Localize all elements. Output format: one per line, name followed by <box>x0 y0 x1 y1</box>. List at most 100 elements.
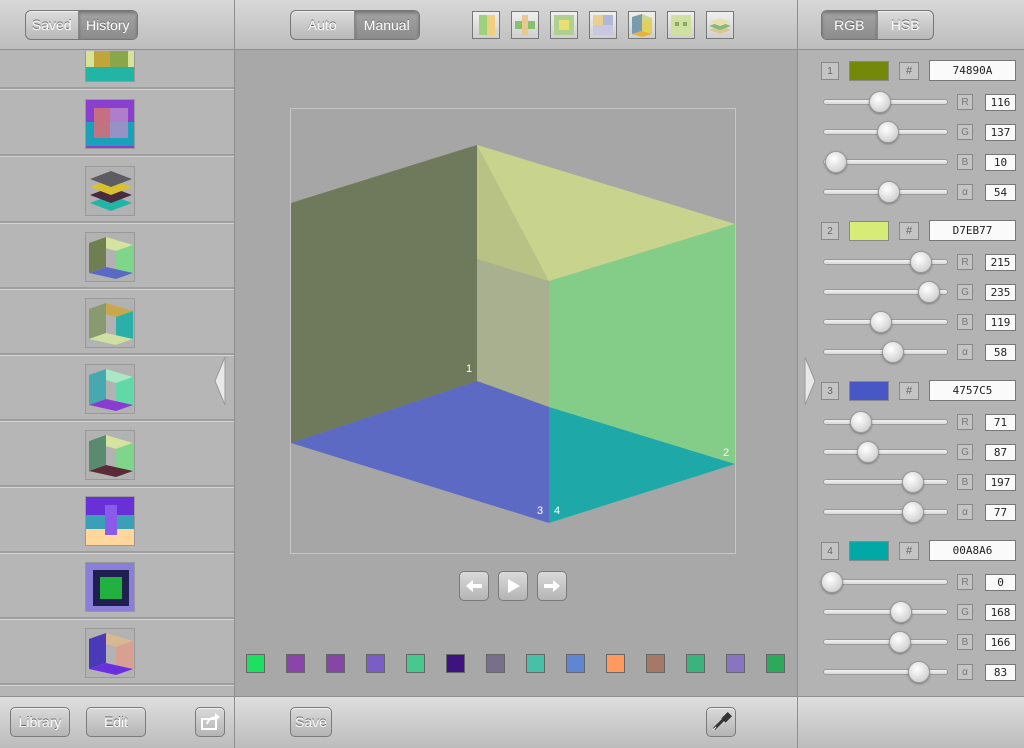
channel-slider-knob[interactable] <box>877 121 900 143</box>
horizontal-cross-layout-icon[interactable] <box>511 11 539 39</box>
hex-input[interactable]: D7EB77 <box>929 220 1016 241</box>
history-item[interactable] <box>0 289 234 355</box>
history-item[interactable] <box>0 157 234 223</box>
channel-value-field[interactable]: 197 <box>985 474 1016 491</box>
channel-slider-knob[interactable] <box>908 661 931 683</box>
channel-value-field[interactable]: 235 <box>985 284 1016 301</box>
history-item[interactable] <box>0 90 234 156</box>
stacked-layers-layout-icon[interactable] <box>706 11 734 39</box>
channel-slider-track[interactable] <box>823 509 948 515</box>
save-button[interactable]: Save <box>290 707 332 737</box>
mode-manual[interactable]: Manual <box>354 11 419 39</box>
mode-auto[interactable]: Auto <box>291 11 355 39</box>
channel-value-field[interactable]: 119 <box>985 314 1016 331</box>
palette-swatch[interactable] <box>646 654 665 673</box>
tab-history[interactable]: History <box>78 11 137 39</box>
channel-slider-knob[interactable] <box>901 501 924 523</box>
share-button[interactable] <box>195 707 225 737</box>
palette-swatch[interactable] <box>726 654 745 673</box>
channel-slider-knob[interactable] <box>870 311 892 333</box>
history-thumbnail <box>85 298 135 348</box>
preview-canvas[interactable]: 1 2 3 4 <box>290 108 736 554</box>
play-button[interactable] <box>498 571 528 601</box>
channel-value-field[interactable]: 116 <box>985 94 1016 111</box>
channel-value-field[interactable]: 10 <box>985 154 1016 171</box>
channel-value-field[interactable]: 77 <box>985 504 1016 521</box>
palette-swatch[interactable] <box>606 654 625 673</box>
channel-slider-track[interactable] <box>823 609 948 615</box>
channel-slider-knob[interactable] <box>825 151 848 173</box>
channel-slider-knob[interactable] <box>917 281 940 303</box>
palette-swatch[interactable] <box>246 654 265 673</box>
channel-slider-track[interactable] <box>823 479 948 485</box>
edit-button[interactable]: Edit <box>86 707 146 737</box>
cube-label-2: 2 <box>723 447 730 459</box>
history-thumbnail <box>85 562 135 612</box>
palette-swatch[interactable] <box>286 654 305 673</box>
channel-slider-knob[interactable] <box>889 631 912 653</box>
mode-rgb[interactable]: RGB <box>822 11 878 39</box>
channel-slider-knob[interactable] <box>868 91 891 113</box>
nested-square-layout-icon[interactable] <box>550 11 578 39</box>
channel-slider-knob[interactable] <box>881 341 904 363</box>
dots-layout-icon[interactable] <box>667 11 695 39</box>
palette-swatch[interactable] <box>366 654 385 673</box>
hex-input[interactable]: 74890A <box>929 60 1016 81</box>
color-chip[interactable] <box>849 61 889 81</box>
quadrant-layout-icon[interactable] <box>589 11 617 39</box>
channel-value-field[interactable]: 54 <box>985 184 1016 201</box>
channel-slider-knob[interactable] <box>890 601 913 623</box>
palette-swatch[interactable] <box>406 654 425 673</box>
eyedropper-button[interactable] <box>706 707 736 737</box>
hex-input[interactable]: 4757C5 <box>929 380 1016 401</box>
channel-value-field[interactable]: 137 <box>985 124 1016 141</box>
palette-swatch[interactable] <box>326 654 345 673</box>
channel-value-field[interactable]: 58 <box>985 344 1016 361</box>
channel-value-field[interactable]: 87 <box>985 444 1016 461</box>
palette-swatch[interactable] <box>526 654 545 673</box>
vertical-split-layout-icon[interactable] <box>472 11 500 39</box>
channel-value-field[interactable]: 83 <box>985 664 1016 681</box>
palette-swatch[interactable] <box>686 654 705 673</box>
history-item[interactable] <box>0 487 234 553</box>
history-item[interactable] <box>0 223 234 289</box>
mode-hsb[interactable]: HSB <box>878 11 934 39</box>
history-item[interactable] <box>0 355 234 421</box>
channel-value-field[interactable]: 166 <box>985 634 1016 651</box>
color-chip[interactable] <box>849 381 889 401</box>
color-chip[interactable] <box>849 221 889 241</box>
collapse-left-arrow-icon[interactable] <box>213 355 227 407</box>
channel-slider-track[interactable] <box>823 639 948 645</box>
color-editor-panel: RGB HSB 1 #74890A R 116 G 137 B 10 α 54 2 # D7EB77 R 2… <box>798 0 1024 748</box>
history-item[interactable] <box>0 421 234 487</box>
color-block: 3 #4757C5 R 71 G 87 B 197 α 77 <box>798 380 1024 530</box>
cube-layout-icon[interactable] <box>628 11 656 39</box>
color-chip[interactable] <box>849 541 889 561</box>
library-button[interactable]: Library <box>10 707 70 737</box>
channel-value-field[interactable]: 0 <box>985 574 1016 591</box>
channel-value-field[interactable]: 215 <box>985 254 1016 271</box>
channel-slider-track[interactable] <box>823 449 948 455</box>
hex-input[interactable]: 00A8A6 <box>929 540 1016 561</box>
history-item[interactable] <box>0 51 234 89</box>
channel-slider-knob[interactable] <box>850 411 873 433</box>
palette-swatch[interactable] <box>566 654 585 673</box>
tab-saved[interactable]: Saved <box>26 11 79 39</box>
history-item[interactable] <box>0 619 234 685</box>
history-item[interactable] <box>0 553 234 619</box>
channel-value-field[interactable]: 71 <box>985 414 1016 431</box>
channel-slider-knob[interactable] <box>877 181 900 203</box>
history-list[interactable] <box>0 51 234 696</box>
channel-value-field[interactable]: 168 <box>985 604 1016 621</box>
channel-slider-track[interactable] <box>823 419 948 425</box>
palette-swatch[interactable] <box>486 654 505 673</box>
arrow-right-icon <box>544 580 560 592</box>
channel-slider-knob[interactable] <box>856 441 879 463</box>
palette-swatch[interactable] <box>446 654 465 673</box>
palette-swatch[interactable] <box>766 654 785 673</box>
next-button[interactable] <box>537 571 567 601</box>
channel-slider-knob[interactable] <box>821 571 843 593</box>
channel-slider-knob[interactable] <box>909 251 932 273</box>
channel-slider-knob[interactable] <box>902 471 925 493</box>
previous-button[interactable] <box>459 571 489 601</box>
